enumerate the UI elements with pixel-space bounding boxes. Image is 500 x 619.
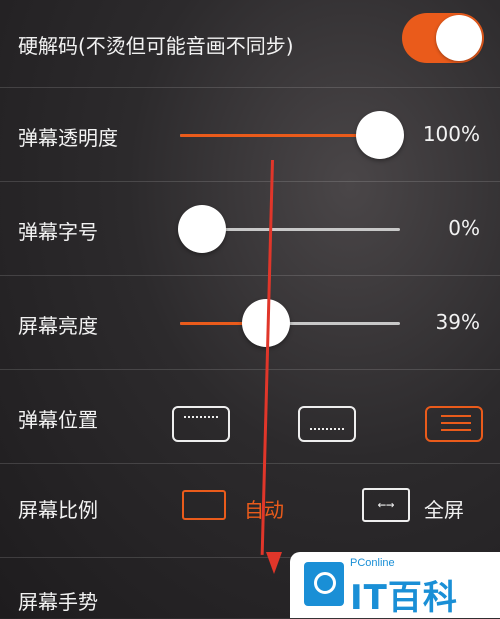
- dots-icon: [184, 416, 218, 418]
- annotation-arrow-head: [266, 552, 282, 574]
- ratio-auto-icon[interactable]: [182, 490, 226, 520]
- danmaku-font-label: 弹幕字号: [18, 220, 98, 244]
- lines-icon-2: [441, 422, 471, 424]
- watermark-main: IT百科: [350, 578, 458, 618]
- lines-icon: [441, 415, 471, 417]
- brightness-row: 屏幕亮度 39%: [0, 276, 500, 370]
- dots-icon: [310, 428, 344, 430]
- watermark: PConline IT百科: [290, 552, 500, 618]
- slider-knob[interactable]: [178, 205, 226, 253]
- pconline-logo-icon: [304, 562, 344, 606]
- gesture-label: 屏幕手势: [18, 590, 98, 614]
- toggle-knob: [436, 15, 482, 61]
- danmaku-opacity-label: 弹幕透明度: [18, 126, 118, 150]
- lines-icon-3: [441, 429, 471, 431]
- hw-decode-row: 硬解码(不烫但可能音画不同步): [0, 0, 500, 88]
- ratio-full-icon[interactable]: ←→: [362, 488, 410, 522]
- logo-ring: [314, 572, 336, 594]
- slider-knob[interactable]: [356, 111, 404, 159]
- brightness-slider[interactable]: [180, 299, 400, 347]
- brightness-label: 屏幕亮度: [18, 314, 98, 338]
- danmaku-opacity-row: 弹幕透明度 100%: [0, 88, 500, 182]
- danmaku-opacity-slider[interactable]: [180, 111, 404, 159]
- position-scroll-button[interactable]: [425, 406, 483, 442]
- aspect-ratio-row: 屏幕比例 自动 ←→ 全屏: [0, 464, 500, 558]
- position-top-button[interactable]: [172, 406, 230, 442]
- danmaku-opacity-value: 100%: [422, 122, 480, 146]
- danmaku-font-slider[interactable]: [178, 205, 400, 253]
- ratio-full-label[interactable]: 全屏: [424, 494, 464, 523]
- watermark-sub: PConline: [350, 557, 395, 569]
- hw-decode-toggle[interactable]: [402, 13, 484, 63]
- hw-decode-label: 硬解码(不烫但可能音画不同步): [18, 34, 294, 58]
- danmaku-font-row: 弹幕字号 0%: [0, 182, 500, 276]
- aspect-ratio-label: 屏幕比例: [18, 498, 98, 522]
- danmaku-position-label: 弹幕位置: [18, 408, 98, 432]
- brightness-value: 39%: [435, 310, 480, 334]
- danmaku-font-value: 0%: [448, 216, 480, 240]
- position-bottom-button[interactable]: [298, 406, 356, 442]
- danmaku-position-row: 弹幕位置: [0, 370, 500, 464]
